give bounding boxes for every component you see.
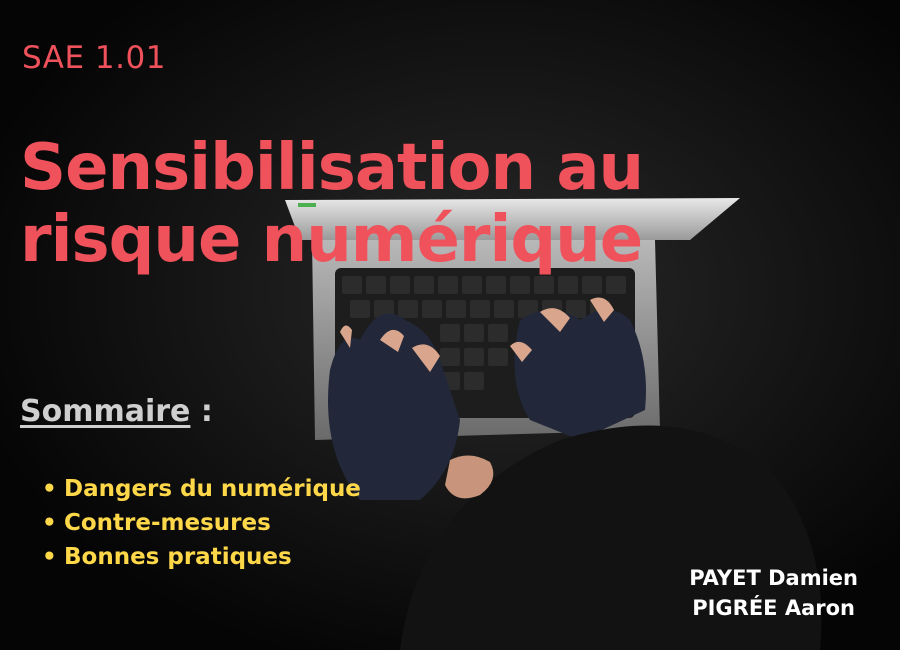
bullet-icon: • bbox=[42, 544, 57, 570]
author-name: PAYET Damien bbox=[689, 566, 858, 590]
slide-title: Sensibilisation au risque numérique bbox=[20, 132, 660, 276]
course-code: SAE 1.01 bbox=[22, 40, 166, 76]
toc-item: • Contre-mesures bbox=[42, 506, 361, 540]
author-name: PIGRÉE Aaron bbox=[692, 596, 855, 620]
toc-heading: Sommaire : bbox=[20, 394, 213, 429]
bullet-icon: • bbox=[42, 476, 57, 502]
toc-heading-colon: : bbox=[190, 394, 213, 429]
bullet-icon: • bbox=[42, 510, 57, 536]
title-line-2: risque numérique bbox=[20, 203, 643, 277]
toc-item: • Dangers du numérique bbox=[42, 472, 361, 506]
toc-list: • Dangers du numérique • Contre-mesures • B… bbox=[42, 472, 361, 574]
slide: SAE 1.01 Sensibilisation au risque numér… bbox=[0, 0, 900, 650]
title-line-1: Sensibilisation au bbox=[20, 131, 644, 205]
toc-item: • Bonnes pratiques bbox=[42, 540, 361, 574]
toc-heading-word: Sommaire bbox=[20, 394, 191, 429]
authors: PAYET Damien PIGRÉE Aaron bbox=[689, 563, 858, 623]
